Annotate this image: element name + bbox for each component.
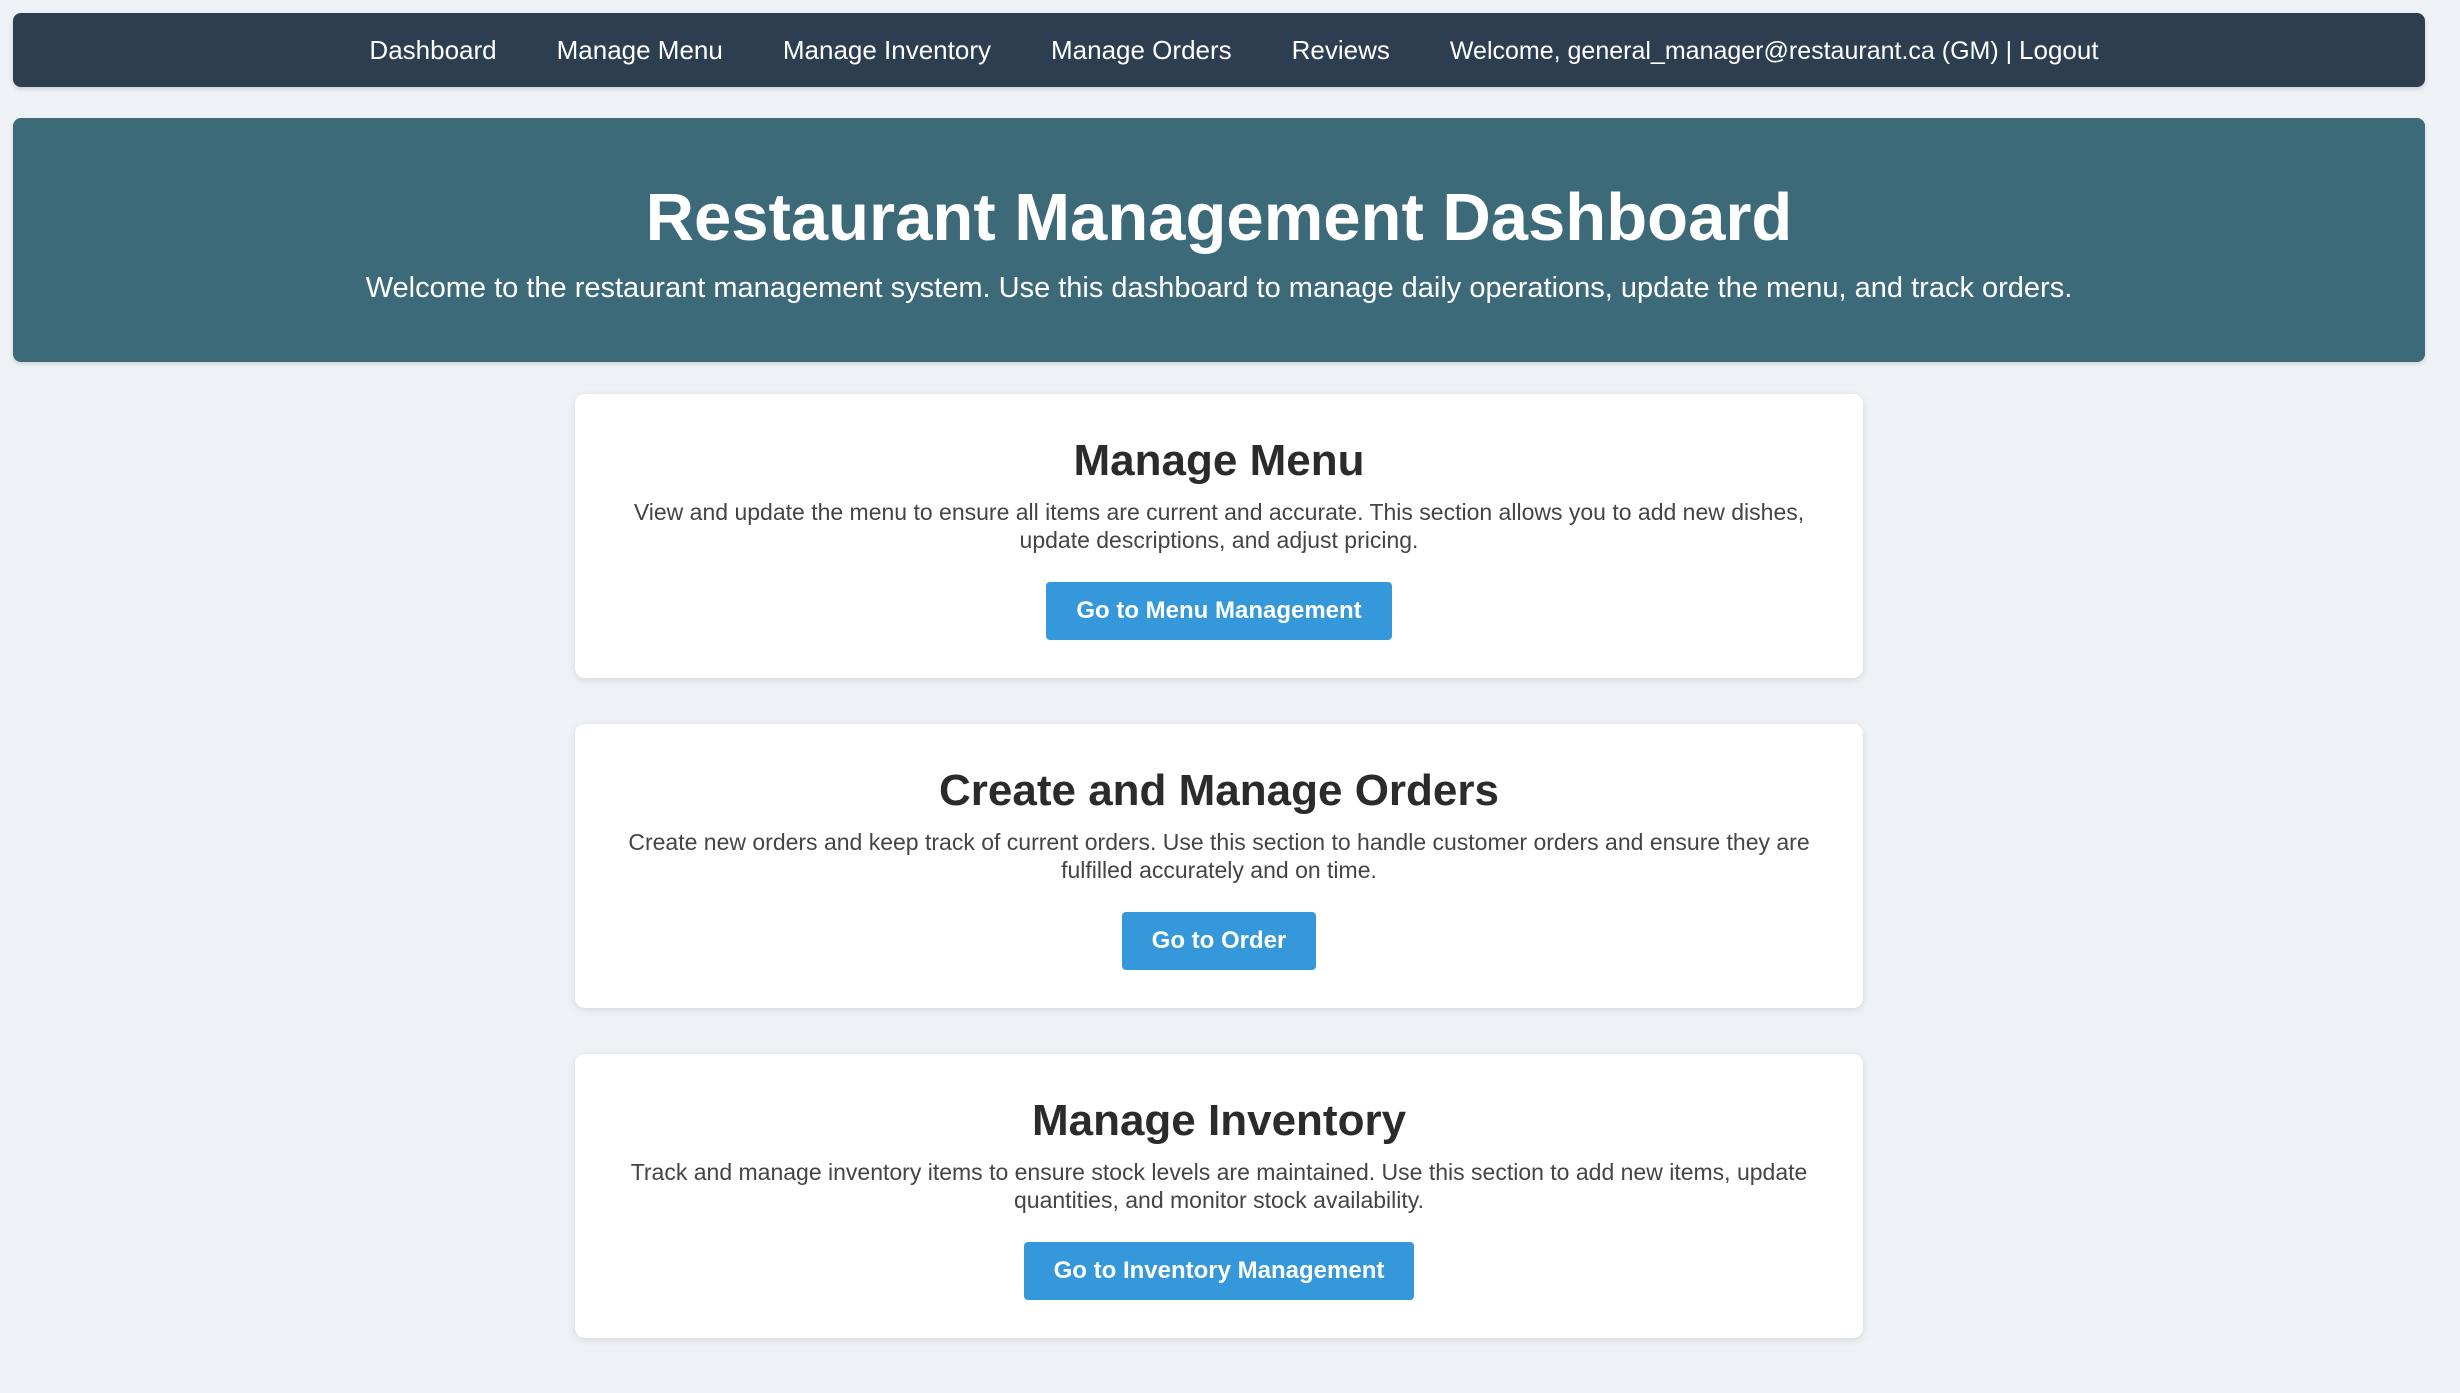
card-description: Create new orders and keep track of curr… (628, 829, 1810, 883)
logout-link[interactable]: Logout (2019, 35, 2099, 65)
go-to-menu-management-button[interactable]: Go to Menu Management (1046, 582, 1392, 640)
go-to-order-button[interactable]: Go to Order (1121, 912, 1317, 970)
user-welcome: Welcome, general_manager@restaurant.ca (… (1450, 35, 2099, 66)
manage-orders-card: Create and Manage Orders Create new orde… (575, 724, 1863, 1008)
card-title: Create and Manage Orders (939, 766, 1499, 815)
card-title: Manage Inventory (1031, 1096, 1407, 1145)
card-description: View and update the menu to ensure all i… (633, 499, 1805, 553)
nav-link-dashboard[interactable]: Dashboard (369, 35, 496, 66)
card-description: Track and manage inventory items to ensu… (630, 1159, 1808, 1213)
nav-link-manage-orders[interactable]: Manage Orders (1051, 35, 1232, 66)
page-title: Restaurant Management Dashboard (645, 180, 1793, 255)
hero-banner: Restaurant Management Dashboard Welcome … (13, 118, 2425, 362)
manage-inventory-card: Manage Inventory Track and manage invent… (575, 1054, 1863, 1338)
nav-link-manage-inventory[interactable]: Manage Inventory (783, 35, 991, 66)
nav-link-manage-menu[interactable]: Manage Menu (557, 35, 723, 66)
go-to-inventory-management-button[interactable]: Go to Inventory Management (1023, 1242, 1415, 1300)
manage-menu-card: Manage Menu View and update the menu to … (575, 394, 1863, 678)
nav-link-reviews[interactable]: Reviews (1292, 35, 1390, 66)
welcome-text: Welcome, general_manager@restaurant.ca (… (1449, 36, 2020, 65)
top-navbar: Dashboard Manage Menu Manage Inventory M… (13, 13, 2425, 87)
page: Dashboard Manage Menu Manage Inventory M… (0, 0, 2460, 1393)
hero-subtitle: Welcome to the restaurant management sys… (365, 272, 2073, 304)
card-title: Manage Menu (1073, 436, 1365, 485)
